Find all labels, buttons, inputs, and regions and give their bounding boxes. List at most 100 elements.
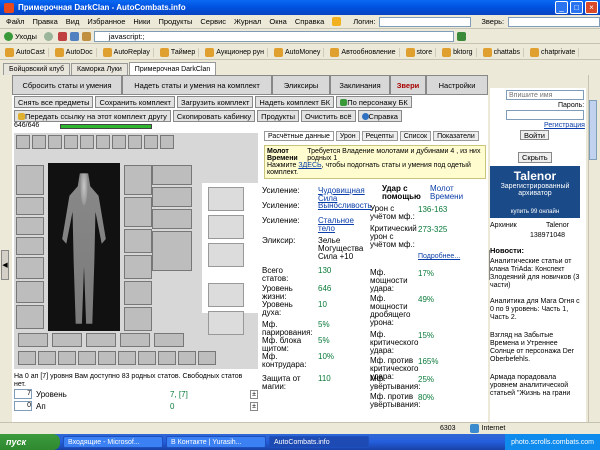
equipment-slot[interactable] — [48, 135, 62, 149]
menu-nicks[interactable]: Ники — [129, 17, 154, 26]
equipment-slot[interactable] — [52, 333, 82, 347]
equipment-slot[interactable] — [112, 135, 126, 149]
address-bar[interactable]: javascript:; — [93, 30, 454, 42]
equipment-slot[interactable] — [124, 229, 152, 253]
link-autoreplay[interactable]: AutoReplay — [100, 47, 154, 57]
equipment-slot[interactable] — [124, 307, 152, 331]
equipment-slot[interactable] — [64, 135, 78, 149]
start-button[interactable]: пуск — [0, 434, 60, 450]
menu-journal[interactable]: Журнал — [230, 17, 265, 26]
back-button[interactable]: Уходы — [2, 31, 39, 41]
equipment-slot[interactable] — [78, 351, 96, 365]
link-autorefresh[interactable]: Автообновление — [327, 47, 400, 57]
fit-stats-link[interactable]: ЗДЕСЬ — [298, 162, 321, 169]
equipment-slot[interactable] — [152, 209, 192, 229]
wear-bk-set-button[interactable]: Надеть комплект БК — [255, 96, 335, 108]
nav-spells[interactable]: Заклинания — [330, 75, 390, 95]
menu-products[interactable]: Продукты — [154, 17, 196, 26]
register-link[interactable]: Регистрация — [544, 122, 585, 129]
equipment-slot[interactable] — [118, 351, 136, 365]
tab-list[interactable]: Список — [399, 131, 432, 141]
login-button[interactable]: Войти — [520, 130, 549, 140]
equipment-slot[interactable] — [120, 333, 150, 347]
equipment-slot[interactable] — [16, 305, 44, 329]
link-autocast[interactable]: AutoCast — [2, 47, 49, 57]
equipment-slot[interactable] — [160, 135, 174, 149]
go-icon[interactable] — [456, 31, 466, 41]
ap-plus-button[interactable]: ± — [250, 401, 258, 411]
equipment-slot[interactable] — [16, 135, 30, 149]
news-item[interactable]: Аналитика для Мага Огня с 0 по 9 уровень… — [490, 298, 582, 322]
equipment-slot[interactable] — [38, 351, 56, 365]
nav-apply-stats[interactable]: Надеть статы и умения на комплект — [122, 75, 272, 95]
menu-service[interactable]: Сервис — [196, 17, 230, 26]
smiley-icon[interactable] — [332, 17, 342, 26]
link-autodoc[interactable]: AutoDoc — [52, 47, 97, 57]
equipment-slot[interactable] — [58, 351, 76, 365]
equipment-slot[interactable] — [18, 333, 48, 347]
load-set-button[interactable]: Загрузить комплект — [176, 96, 254, 108]
link-store[interactable]: store — [403, 47, 437, 57]
copy-cabin-button[interactable]: Скопировать кабинку — [172, 110, 256, 122]
link-chattabs[interactable]: chattabs — [480, 47, 525, 57]
menu-help[interactable]: Справка — [291, 17, 328, 26]
save-set-button[interactable]: Сохранить комплект — [95, 96, 175, 108]
maximize-button[interactable]: □ — [570, 1, 583, 14]
level-input[interactable]: 7 — [14, 389, 32, 399]
equipment-slot[interactable] — [16, 217, 44, 235]
link-rune-auction[interactable]: Аукционер рун — [202, 47, 268, 57]
equipment-slot[interactable] — [98, 351, 116, 365]
equipment-slot[interactable] — [152, 165, 192, 185]
tab-recipes[interactable]: Рецепты — [361, 131, 398, 141]
equipment-slot[interactable] — [154, 333, 184, 347]
ap-input[interactable]: 0 — [14, 401, 32, 411]
equipment-slot[interactable] — [138, 351, 156, 365]
equipment-slot[interactable] — [128, 135, 142, 149]
share-link-button[interactable]: Передать ссылку на этот комплект другу — [14, 110, 171, 122]
equipment-slot[interactable] — [86, 333, 116, 347]
menu-windows[interactable]: Окна — [265, 17, 290, 26]
nav-reset-stats[interactable]: Сбросить статы и умения — [12, 75, 122, 95]
level-plus-button[interactable]: ± — [250, 389, 258, 399]
equipment-slot[interactable] — [16, 281, 44, 303]
remove-all-button[interactable]: Снять все предметы — [14, 96, 94, 108]
equipment-slot[interactable] — [16, 237, 44, 255]
equipment-slot[interactable] — [178, 351, 196, 365]
equipment-slot[interactable] — [16, 257, 44, 279]
link-timer[interactable]: Таймер — [157, 47, 200, 57]
tab-calculated[interactable]: Расчётные данные — [264, 131, 334, 141]
taskbar-item-autocombats[interactable]: AutoCombats.info — [269, 436, 369, 448]
tab-luka-room[interactable]: Каморка Луки — [71, 63, 128, 75]
equipment-slot[interactable] — [124, 255, 152, 279]
stop-icon[interactable] — [57, 31, 67, 41]
menu-file[interactable]: Файл — [2, 17, 28, 26]
link-automoney[interactable]: AutoMoney — [271, 47, 325, 57]
menu-edit[interactable]: Правка — [28, 17, 61, 26]
nav-elixirs[interactable]: Эликсиры — [272, 75, 330, 95]
equipment-slot[interactable] — [198, 351, 216, 365]
potion-tile[interactable] — [208, 187, 244, 211]
equipment-slot[interactable] — [32, 135, 46, 149]
spell-tile[interactable] — [208, 215, 244, 239]
hide-button[interactable]: Скрыть — [518, 152, 552, 163]
menu-favorites[interactable]: Избранное — [83, 17, 129, 26]
equipment-slot[interactable] — [16, 165, 44, 195]
spell-tile[interactable] — [208, 283, 244, 307]
link-chatprivate[interactable]: chatprivate — [527, 47, 580, 57]
tab-indicators[interactable]: Показатели — [433, 131, 479, 141]
equipment-slot[interactable] — [158, 351, 176, 365]
minimize-button[interactable]: _ — [555, 1, 568, 14]
stat-value[interactable]: Стальное тело — [318, 217, 366, 233]
news-item[interactable]: Взгляд на Забытые Времена и Утреннее Сол… — [490, 332, 582, 364]
news-item[interactable]: Аналитические статьи от клана TriAda: Ко… — [490, 258, 582, 290]
by-character-button[interactable]: По персонажу БК — [336, 96, 412, 108]
password-input[interactable] — [506, 110, 584, 120]
refresh-icon[interactable] — [69, 31, 79, 41]
spell-tile[interactable] — [208, 243, 244, 267]
help-button[interactable]: Справка — [357, 110, 402, 122]
clear-all-button[interactable]: Очистить всё — [300, 110, 356, 122]
tab-damage[interactable]: Урон — [335, 131, 360, 141]
tab-fight-club[interactable]: Бойцовский клуб — [3, 63, 71, 75]
details-link[interactable]: Подробнее... — [418, 253, 474, 261]
left-panel-arrow-icon[interactable]: ◀ — [1, 250, 9, 280]
